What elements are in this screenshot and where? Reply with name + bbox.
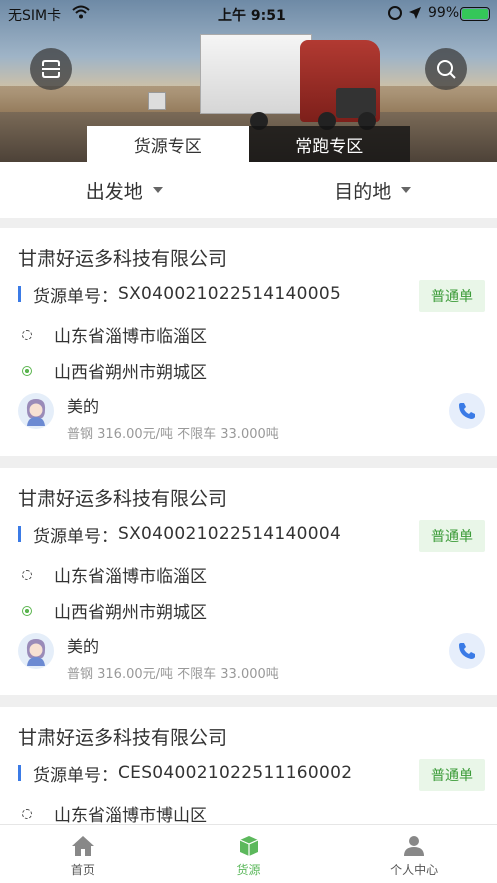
cargo-card[interactable]: 甘肃好运多科技有限公司 货源单号： SX040021022514140005 普…	[0, 228, 497, 456]
order-number: SX040021022514140005	[118, 284, 342, 304]
tabbar-profile-label: 个人中心	[390, 863, 439, 877]
call-button[interactable]	[449, 393, 485, 429]
origin-text: 山东省淄博市临淄区	[54, 327, 207, 347]
origin-text: 山东省淄博市临淄区	[54, 567, 207, 587]
home-icon	[71, 836, 94, 856]
tabbar-cargo-label: 货源	[236, 863, 261, 877]
order-marker	[18, 526, 21, 542]
search-button[interactable]	[425, 48, 467, 90]
origin-text: 山东省淄博市博山区	[54, 806, 207, 826]
cargo-details: 普钢 316.00元/吨 不限车 33.000吨	[67, 427, 279, 442]
phone-icon	[459, 643, 475, 659]
order-type-badge: 普通单	[419, 280, 485, 312]
avatar-icon	[26, 399, 46, 426]
origin-dot-icon	[22, 808, 32, 819]
cargo-details: 普钢 316.00元/吨 不限车 33.000吨	[67, 667, 279, 682]
bottom-tab-bar: 首页 货源 个人中心	[0, 824, 497, 883]
carrier-label: 无SIM卡	[8, 8, 62, 24]
status-bar: 无SIM卡 上午 9:51 99%	[0, 0, 497, 26]
banner-distant-truck	[148, 92, 166, 110]
origin-dot-icon	[22, 329, 32, 340]
order-label: 货源单号：	[33, 526, 118, 547]
order-label: 货源单号：	[33, 765, 118, 786]
tabbar-home-label: 首页	[70, 863, 95, 877]
origin-filter[interactable]: 出发地	[0, 162, 249, 218]
order-marker	[18, 765, 21, 781]
cargo-box-icon	[239, 836, 258, 856]
order-row: 货源单号： CES040021022511160002	[18, 761, 353, 786]
tab-regular-routes[interactable]: 常跑专区	[248, 126, 410, 162]
avatar	[18, 393, 54, 429]
origin-row: 山东省淄博市临淄区	[22, 562, 207, 587]
order-label: 货源单号：	[33, 286, 118, 307]
shipper-info: 美的 普钢 316.00元/吨 不限车 33.000吨	[18, 633, 279, 682]
hero-banner: 无SIM卡 上午 9:51 99% 货源专区 常跑专区	[0, 0, 497, 162]
destination-filter[interactable]: 目的地	[249, 162, 497, 218]
tab-cargo-zone[interactable]: 货源专区	[87, 126, 249, 162]
filter-bar: 出发地 目的地	[0, 162, 497, 218]
order-row: 货源单号： SX040021022514140005	[18, 282, 342, 307]
caret-down-icon	[401, 187, 412, 193]
scan-button[interactable]	[30, 48, 72, 90]
avatar-icon	[26, 639, 46, 666]
origin-filter-label: 出发地	[85, 180, 143, 203]
company-name: 甘肃好运多科技有限公司	[18, 248, 228, 270]
origin-dot-icon	[22, 569, 32, 580]
origin-row: 山东省淄博市临淄区	[22, 322, 207, 347]
phone-icon	[459, 403, 475, 419]
shipper-name: 美的	[67, 637, 100, 656]
scan-icon	[42, 60, 60, 78]
destination-row: 山西省朔州市朔城区	[22, 358, 207, 383]
destination-dot-icon	[22, 605, 32, 616]
order-type-badge: 普通单	[419, 520, 485, 552]
tabbar-cargo[interactable]: 货源	[166, 825, 332, 883]
tabbar-profile[interactable]: 个人中心	[331, 825, 497, 883]
order-marker	[18, 286, 21, 302]
person-icon	[404, 836, 425, 856]
status-time: 上午 9:51	[218, 8, 286, 24]
cargo-card[interactable]: 甘肃好运多科技有限公司 货源单号： SX040021022514140004 普…	[0, 468, 497, 695]
tabbar-home[interactable]: 首页	[0, 825, 166, 883]
order-type-badge: 普通单	[419, 759, 485, 791]
shipper-name: 美的	[67, 397, 100, 416]
zone-tabs: 货源专区 常跑专区	[87, 126, 410, 162]
search-icon	[437, 60, 456, 79]
avatar	[18, 633, 54, 669]
origin-row: 山东省淄博市博山区	[22, 801, 207, 826]
call-button[interactable]	[449, 633, 485, 669]
wifi-icon	[72, 5, 90, 19]
destination-row: 山西省朔州市朔城区	[22, 598, 207, 623]
orientation-lock-icon	[388, 6, 402, 20]
shipper-info: 美的 普钢 316.00元/吨 不限车 33.000吨	[18, 393, 279, 442]
destination-filter-label: 目的地	[334, 180, 392, 203]
destination-dot-icon	[22, 365, 32, 376]
banner-truck-trailer	[200, 34, 312, 114]
order-number: SX040021022514140004	[118, 524, 342, 544]
order-number: CES040021022511160002	[118, 763, 353, 783]
caret-down-icon	[152, 187, 163, 193]
company-name: 甘肃好运多科技有限公司	[18, 727, 228, 749]
location-arrow-icon	[409, 7, 421, 19]
battery-percent: 99%	[428, 5, 460, 21]
destination-text: 山西省朔州市朔城区	[54, 363, 207, 383]
destination-text: 山西省朔州市朔城区	[54, 603, 207, 623]
cargo-card[interactable]: 甘肃好运多科技有限公司 货源单号： CES040021022511160002 …	[0, 707, 497, 826]
company-name: 甘肃好运多科技有限公司	[18, 488, 228, 510]
order-row: 货源单号： SX040021022514140004	[18, 522, 342, 547]
battery-icon	[460, 7, 490, 21]
